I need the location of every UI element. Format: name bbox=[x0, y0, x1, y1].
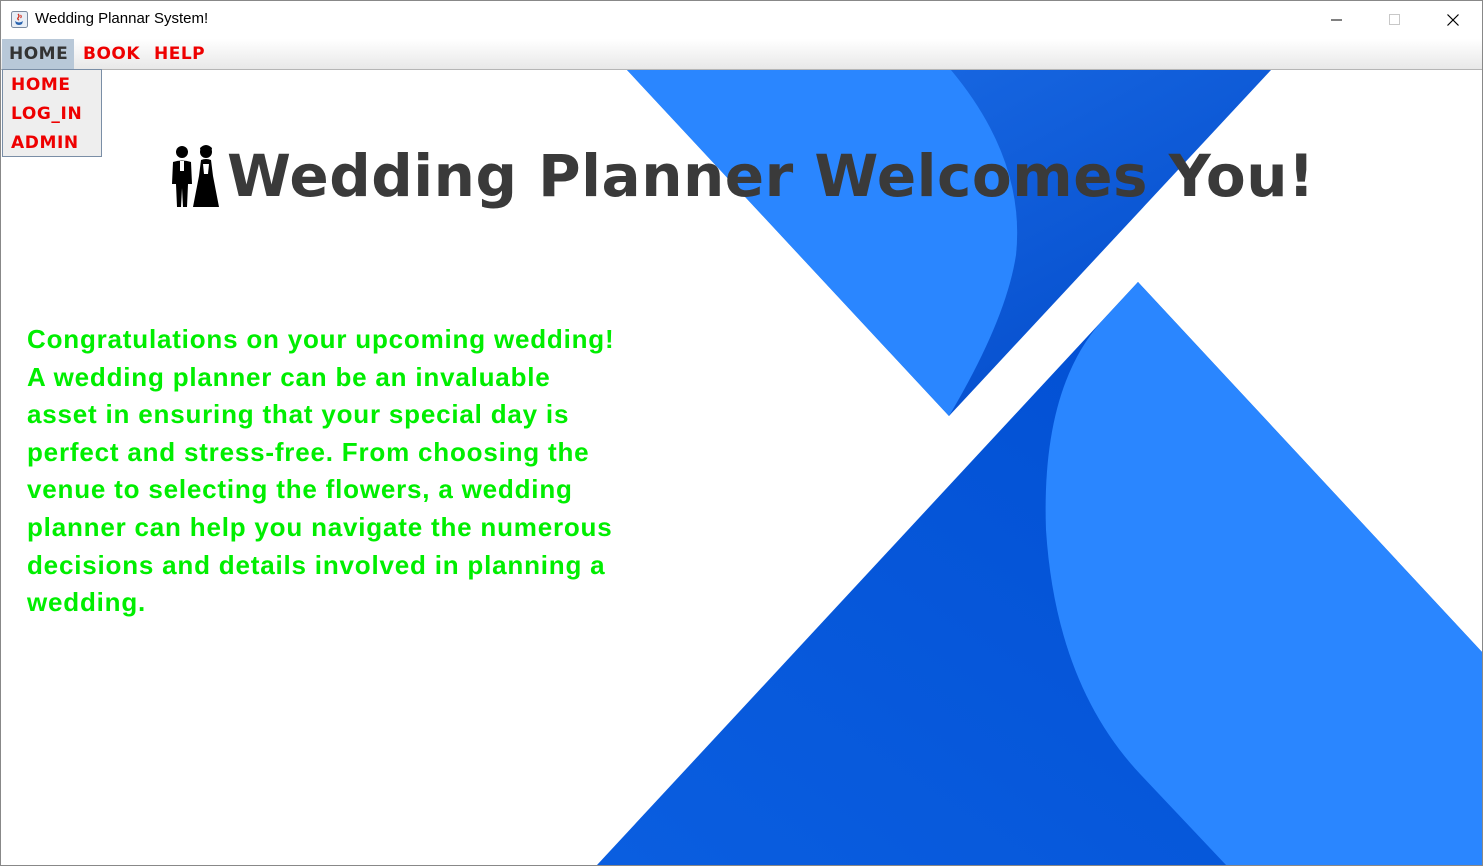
intro-line: A wedding planner can be an invaluable bbox=[27, 361, 551, 392]
window-title: Wedding Plannar System! bbox=[35, 10, 209, 27]
menu-help[interactable]: HELP bbox=[154, 39, 205, 69]
menu-item-home[interactable]: HOME bbox=[11, 75, 71, 95]
intro-line: perfect and stress-free. From choosing t… bbox=[27, 436, 590, 467]
bride-groom-icon bbox=[172, 145, 219, 207]
intro-line: Congratulations on your upcoming wedding… bbox=[27, 324, 615, 354]
maximize-icon bbox=[1389, 14, 1400, 25]
menu-book[interactable]: BOOK bbox=[83, 39, 140, 69]
title-bar[interactable]: Wedding Plannar System! bbox=[1, 1, 1482, 39]
intro-line: wedding. bbox=[27, 587, 147, 618]
intro-line: planner can help you navigate the numero… bbox=[27, 511, 613, 542]
menu-item-log-in[interactable]: LOG_IN bbox=[11, 104, 82, 124]
java-app-icon bbox=[11, 11, 28, 28]
menu-bar: HOME BOOK HELP bbox=[1, 39, 1482, 70]
home-dropdown-menu: HOME LOG_IN ADMIN bbox=[2, 69, 102, 157]
intro-line: decisions and details involved in planni… bbox=[27, 549, 606, 580]
intro-line: venue to selecting the flowers, a weddin… bbox=[27, 474, 573, 505]
maximize-button[interactable] bbox=[1366, 1, 1424, 39]
menu-home[interactable]: HOME bbox=[2, 39, 75, 69]
menu-item-admin[interactable]: ADMIN bbox=[11, 133, 79, 153]
intro-line: asset in ensuring that your special day … bbox=[27, 399, 570, 430]
minimize-button[interactable] bbox=[1308, 1, 1366, 39]
home-panel: Wedding Planner Welcomes You! Congratula… bbox=[1, 70, 1482, 865]
welcome-heading: Wedding Planner Welcomes You! bbox=[171, 136, 1315, 216]
application-window: Wedding Plannar System! HOME BOOK HELP H… bbox=[0, 0, 1483, 866]
minimize-icon bbox=[1331, 19, 1342, 21]
intro-text: Congratulations on your upcoming wedding… bbox=[27, 321, 687, 622]
close-icon bbox=[1447, 14, 1459, 26]
page-title: Wedding Planner Welcomes You! bbox=[227, 142, 1316, 210]
close-button[interactable] bbox=[1424, 1, 1482, 39]
